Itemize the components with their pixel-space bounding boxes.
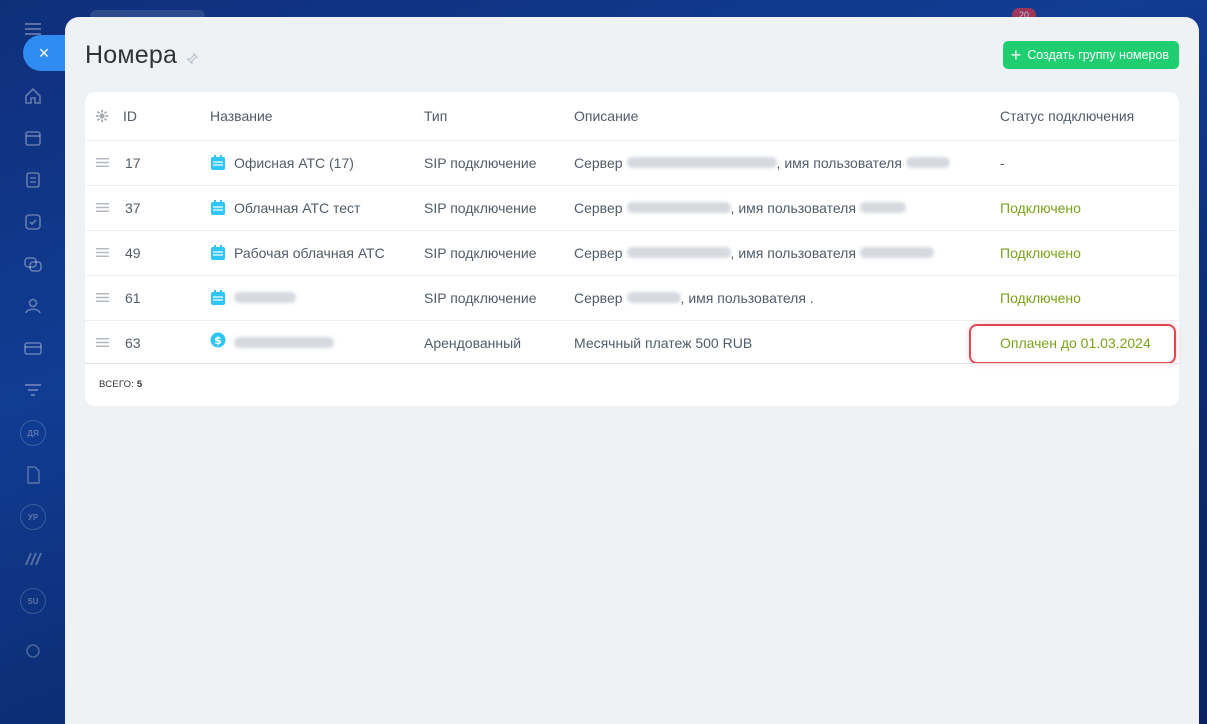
column-header-status[interactable]: Статус подключения	[1000, 92, 1134, 140]
drag-handle-icon[interactable]	[95, 140, 110, 185]
row-id: 49	[125, 244, 141, 261]
calendar-icon[interactable]	[22, 127, 44, 149]
row-status: Подключено	[1000, 199, 1081, 216]
drag-handle-icon[interactable]	[95, 320, 110, 365]
app-badge-icon[interactable]: УР	[20, 504, 46, 530]
create-number-group-label: Создать группу номеров	[1027, 48, 1169, 62]
row-description: Сервер , имя пользователя .	[574, 275, 814, 320]
tasks-icon[interactable]	[22, 211, 44, 233]
row-status: Подключено	[1000, 289, 1081, 306]
table-row[interactable]: 49 Рабочая облачная АТС SIP подключение …	[85, 230, 1179, 275]
row-name[interactable]: Облачная АТС тест	[210, 185, 360, 230]
redacted-name	[234, 292, 296, 303]
redacted-server	[626, 247, 731, 258]
desc-prefix: Сервер	[574, 154, 623, 171]
row-id: 61	[125, 289, 141, 306]
numbers-table: ID Название Тип Описание Статус подключе…	[85, 92, 1179, 406]
pbx-icon	[210, 154, 226, 171]
svg-text:$: $	[214, 334, 222, 347]
row-status: Подключено	[1000, 244, 1081, 261]
pbx-icon	[210, 244, 226, 261]
redacted-username	[905, 157, 950, 168]
desc-prefix: Сервер	[574, 244, 623, 261]
row-type: SIP подключение	[424, 244, 537, 261]
filter-icon[interactable]	[22, 379, 44, 401]
close-icon: ×	[38, 42, 50, 63]
row-name-label: Рабочая облачная АТС	[234, 244, 385, 261]
table-header: ID Название Тип Описание Статус подключе…	[85, 92, 1179, 140]
contacts-icon[interactable]	[22, 295, 44, 317]
column-header-description[interactable]: Описание	[574, 92, 638, 140]
total-label: ВСЕГО:	[99, 379, 135, 390]
page-title: Номера	[85, 41, 178, 69]
row-name[interactable]: $	[210, 320, 334, 365]
home-icon[interactable]	[22, 85, 44, 107]
row-id: 63	[125, 334, 141, 351]
drag-handle-icon[interactable]	[95, 230, 110, 275]
redacted-phone-number	[234, 337, 334, 348]
desc-prefix: Сервер	[574, 289, 623, 306]
row-description: Месячный платеж 500 RUB	[574, 334, 753, 351]
feed-icon[interactable]	[22, 169, 44, 191]
document-icon[interactable]	[22, 464, 44, 486]
table-row[interactable]: 17 Офисная АТС (17) SIP подключение Серв…	[85, 140, 1179, 185]
total-value: 5	[136, 379, 143, 390]
desc-middle: , имя пользователя	[730, 199, 856, 216]
gear-icon[interactable]	[95, 92, 109, 140]
row-type: SIP подключение	[424, 154, 537, 171]
row-name-label: Офисная АТС (17)	[234, 154, 354, 171]
row-type: SIP подключение	[424, 289, 537, 306]
redacted-server	[626, 292, 681, 303]
row-type: Арендованный	[424, 334, 522, 351]
plus-icon: +	[1010, 45, 1022, 65]
card-icon[interactable]	[22, 337, 44, 359]
row-name[interactable]: Рабочая облачная АТС	[210, 230, 385, 275]
redacted-server	[626, 157, 777, 168]
left-sidebar: ДЯ УР SU	[0, 0, 65, 724]
column-header-name[interactable]: Название	[210, 92, 273, 140]
row-id: 37	[125, 199, 141, 216]
total-count: ВСЕГО: 5	[99, 379, 142, 390]
create-number-group-button[interactable]: + Создать группу номеров	[1002, 41, 1179, 69]
pbx-icon	[210, 289, 226, 306]
drag-handle-icon[interactable]	[95, 185, 110, 230]
column-header-id[interactable]: ID	[123, 92, 137, 140]
row-status: -	[1000, 154, 1005, 171]
row-name[interactable]	[210, 275, 296, 320]
table-row[interactable]: 63 $ Арендованный Месячный платеж 500 RU…	[85, 320, 1179, 365]
row-description: Сервер , имя пользователя	[574, 185, 906, 230]
column-header-type[interactable]: Тип	[424, 92, 447, 140]
row-status: Оплачен до 01.03.2024	[1000, 334, 1151, 351]
brand-icon[interactable]	[22, 548, 44, 570]
row-id: 17	[125, 154, 141, 171]
desc-middle: , имя пользователя	[730, 244, 856, 261]
row-type: SIP подключение	[424, 199, 537, 216]
numbers-slider-panel: Номера + Создать группу номеров ID Назва…	[65, 17, 1199, 724]
row-description: Сервер , имя пользователя	[574, 140, 950, 185]
settings-icon[interactable]	[22, 640, 44, 662]
table-row[interactable]: 61 SIP подключение Сервер , имя пользова…	[85, 275, 1179, 320]
table-row[interactable]: 37 Облачная АТС тест SIP подключение Сер…	[85, 185, 1179, 230]
pbx-icon	[210, 199, 226, 216]
drag-handle-icon[interactable]	[95, 275, 110, 320]
dollar-icon: $	[210, 332, 226, 348]
desc-middle: , имя пользователя .	[680, 289, 814, 306]
desc-prefix: Сервер	[574, 199, 623, 216]
row-description: Сервер , имя пользователя	[574, 230, 934, 275]
app-badge-icon[interactable]: SU	[20, 588, 46, 614]
chat-icon[interactable]	[22, 253, 44, 275]
close-slider-button[interactable]: ×	[23, 35, 65, 71]
pin-icon[interactable]	[185, 52, 201, 68]
redacted-username	[859, 247, 934, 258]
redacted-server	[626, 202, 731, 213]
redacted-username	[859, 202, 906, 213]
app-badge-icon[interactable]: ДЯ	[20, 420, 46, 446]
desc-middle: , имя пользователя	[776, 154, 902, 171]
row-name-label: Облачная АТС тест	[234, 199, 361, 216]
row-name[interactable]: Офисная АТС (17)	[210, 140, 354, 185]
